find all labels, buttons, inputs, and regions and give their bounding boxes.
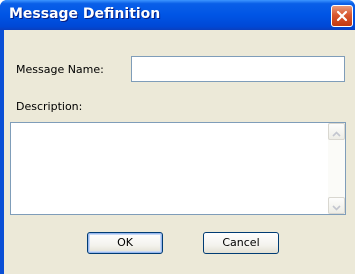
message-name-input[interactable] (131, 56, 345, 82)
description-scrollbar[interactable] (328, 123, 345, 214)
cancel-button[interactable]: Cancel (203, 232, 279, 254)
window-title: Message Definition (9, 6, 161, 22)
description-label: Description: (16, 100, 83, 113)
title-bar[interactable]: Message Definition (0, 0, 355, 30)
scroll-down-button[interactable] (328, 197, 345, 214)
close-icon (336, 10, 348, 22)
scroll-up-button[interactable] (328, 123, 345, 140)
chevron-down-icon (332, 196, 341, 215)
close-button[interactable] (331, 5, 353, 27)
message-definition-dialog: Message Definition Message Name: Descrip… (0, 0, 355, 274)
ok-button[interactable]: OK (87, 232, 163, 254)
chevron-up-icon (332, 122, 341, 141)
description-field[interactable] (10, 122, 346, 215)
description-textarea[interactable] (11, 123, 327, 214)
message-name-label: Message Name: (16, 63, 104, 76)
dialog-body: Message Name: Description: OK Cancel (4, 30, 355, 274)
